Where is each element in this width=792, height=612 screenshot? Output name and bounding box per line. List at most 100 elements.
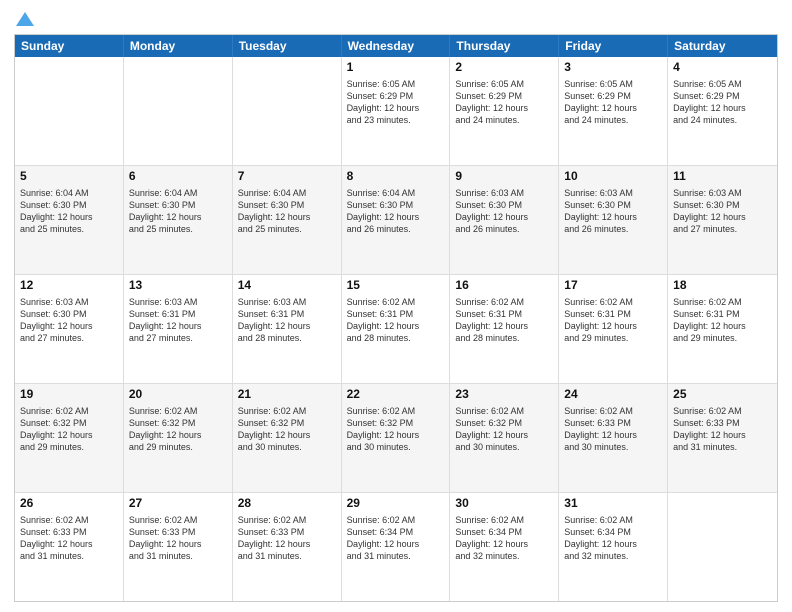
calendar-day-cell: 15Sunrise: 6:02 AM Sunset: 6:31 PM Dayli… [342, 275, 451, 383]
day-number: 26 [20, 496, 118, 512]
calendar-day-cell: 21 Sunrise: 6:02 AM Sunset: 6:32 PM Dayli… [233, 384, 342, 492]
day-info: Sunrise: 6:02 AM Sunset: 6:33 PM Dayligh… [673, 405, 772, 454]
calendar-day-cell: 6 Sunrise: 6:04 AM Sunset: 6:30 PM Daylig… [124, 166, 233, 274]
day-info: Sunrise: 6:03 AM Sunset: 6:31 PM Dayligh… [129, 296, 227, 345]
day-number: 7 [238, 169, 336, 185]
day-number: 16 [455, 278, 553, 294]
day-number: 6 [129, 169, 227, 185]
day-info: Sunrise: 6:02 AM Sunset: 6:32 PM Dayligh… [20, 405, 118, 454]
day-info: Sunrise: 6:03 AM Sunset: 6:31 PM Dayligh… [238, 296, 336, 345]
day-info: Sunrise: 6:02 AM Sunset: 6:31 PM Dayligh… [455, 296, 553, 345]
calendar-day-cell: 17Sunrise: 6:02 AM Sunset: 6:31 PM Dayli… [559, 275, 668, 383]
day-number: 11 [673, 169, 772, 185]
day-info: Sunrise: 6:02 AM Sunset: 6:32 PM Dayligh… [347, 405, 445, 454]
day-number: 5 [20, 169, 118, 185]
day-number: 21 [238, 387, 336, 403]
day-number: 23 [455, 387, 553, 403]
day-info: Sunrise: 6:02 AM Sunset: 6:32 PM Dayligh… [129, 405, 227, 454]
day-number: 31 [564, 496, 662, 512]
day-info: Sunrise: 6:05 AM Sunset: 6:29 PM Dayligh… [455, 78, 553, 127]
calendar-week-row: 1 Sunrise: 6:05 AM Sunset: 6:29 PM Daylig… [15, 57, 777, 166]
day-info: Sunrise: 6:03 AM Sunset: 6:30 PM Dayligh… [20, 296, 118, 345]
calendar-header: SundayMondayTuesdayWednesdayThursdayFrid… [15, 35, 777, 57]
day-info: Sunrise: 6:04 AM Sunset: 6:30 PM Dayligh… [347, 187, 445, 236]
calendar-day-cell: 18 Sunrise: 6:02 AM Sunset: 6:31 PM Dayli… [668, 275, 777, 383]
day-number: 20 [129, 387, 227, 403]
logo-line1 [14, 10, 34, 26]
calendar-day-cell: 20 Sunrise: 6:02 AM Sunset: 6:32 PM Dayli… [124, 384, 233, 492]
weekday-header: Friday [559, 35, 668, 57]
day-number: 18 [673, 278, 772, 294]
calendar-empty-cell [15, 57, 124, 165]
day-number: 30 [455, 496, 553, 512]
calendar-day-cell: 31 Sunrise: 6:02 AM Sunset: 6:34 PM Dayli… [559, 493, 668, 601]
calendar-day-cell: 12 Sunrise: 6:03 AM Sunset: 6:30 PM Dayli… [15, 275, 124, 383]
calendar-day-cell: 19 Sunrise: 6:02 AM Sunset: 6:32 PM Dayli… [15, 384, 124, 492]
calendar-empty-cell [233, 57, 342, 165]
day-number: 4 [673, 60, 772, 76]
calendar-day-cell: 26 Sunrise: 6:02 AM Sunset: 6:33 PM Dayli… [15, 493, 124, 601]
day-number: 8 [347, 169, 445, 185]
day-info: Sunrise: 6:02 AM Sunset: 6:33 PM Dayligh… [564, 405, 662, 454]
day-number: 22 [347, 387, 445, 403]
day-number: 15 [347, 278, 445, 294]
day-number: 12 [20, 278, 118, 294]
day-info: Sunrise: 6:02 AM Sunset: 6:33 PM Dayligh… [238, 514, 336, 563]
day-number: 13 [129, 278, 227, 294]
day-info: Sunrise: 6:03 AM Sunset: 6:30 PM Dayligh… [455, 187, 553, 236]
day-info: Sunrise: 6:04 AM Sunset: 6:30 PM Dayligh… [129, 187, 227, 236]
calendar-day-cell: 5 Sunrise: 6:04 AM Sunset: 6:30 PM Daylig… [15, 166, 124, 274]
calendar-day-cell: 7Sunrise: 6:04 AM Sunset: 6:30 PM Daylig… [233, 166, 342, 274]
weekday-header: Thursday [450, 35, 559, 57]
calendar-day-cell: 25 Sunrise: 6:02 AM Sunset: 6:33 PM Dayli… [668, 384, 777, 492]
calendar-day-cell: 22 Sunrise: 6:02 AM Sunset: 6:32 PM Dayli… [342, 384, 451, 492]
day-info: Sunrise: 6:02 AM Sunset: 6:31 PM Dayligh… [673, 296, 772, 345]
calendar-week-row: 26 Sunrise: 6:02 AM Sunset: 6:33 PM Dayli… [15, 493, 777, 601]
weekday-header: Wednesday [342, 35, 451, 57]
calendar-day-cell: 30Sunrise: 6:02 AM Sunset: 6:34 PM Dayli… [450, 493, 559, 601]
calendar-empty-cell [124, 57, 233, 165]
day-info: Sunrise: 6:03 AM Sunset: 6:30 PM Dayligh… [564, 187, 662, 236]
day-number: 2 [455, 60, 553, 76]
logo-icon [16, 12, 34, 26]
calendar-day-cell: 29 Sunrise: 6:02 AM Sunset: 6:34 PM Dayli… [342, 493, 451, 601]
calendar-day-cell: 14 Sunrise: 6:03 AM Sunset: 6:31 PM Dayli… [233, 275, 342, 383]
header [14, 10, 778, 26]
logo [14, 10, 34, 26]
day-info: Sunrise: 6:02 AM Sunset: 6:31 PM Dayligh… [564, 296, 662, 345]
calendar-week-row: 5 Sunrise: 6:04 AM Sunset: 6:30 PM Daylig… [15, 166, 777, 275]
calendar-week-row: 12 Sunrise: 6:03 AM Sunset: 6:30 PM Dayli… [15, 275, 777, 384]
calendar-day-cell: 23 Sunrise: 6:02 AM Sunset: 6:32 PM Dayli… [450, 384, 559, 492]
day-number: 19 [20, 387, 118, 403]
calendar-day-cell: 8 Sunrise: 6:04 AM Sunset: 6:30 PM Daylig… [342, 166, 451, 274]
calendar-day-cell: 10 Sunrise: 6:03 AM Sunset: 6:30 PM Dayli… [559, 166, 668, 274]
day-info: Sunrise: 6:05 AM Sunset: 6:29 PM Dayligh… [564, 78, 662, 127]
calendar-body: 1 Sunrise: 6:05 AM Sunset: 6:29 PM Daylig… [15, 57, 777, 601]
day-info: Sunrise: 6:05 AM Sunset: 6:29 PM Dayligh… [347, 78, 445, 127]
day-info: Sunrise: 6:04 AM Sunset: 6:30 PM Dayligh… [20, 187, 118, 236]
day-number: 24 [564, 387, 662, 403]
weekday-header: Monday [124, 35, 233, 57]
calendar-day-cell: 16 Sunrise: 6:02 AM Sunset: 6:31 PM Dayli… [450, 275, 559, 383]
day-number: 10 [564, 169, 662, 185]
day-info: Sunrise: 6:02 AM Sunset: 6:32 PM Dayligh… [238, 405, 336, 454]
day-number: 14 [238, 278, 336, 294]
calendar-day-cell: 4Sunrise: 6:05 AM Sunset: 6:29 PM Daylig… [668, 57, 777, 165]
calendar-day-cell: 13 Sunrise: 6:03 AM Sunset: 6:31 PM Dayli… [124, 275, 233, 383]
day-info: Sunrise: 6:02 AM Sunset: 6:33 PM Dayligh… [20, 514, 118, 563]
day-number: 1 [347, 60, 445, 76]
weekday-header: Sunday [15, 35, 124, 57]
calendar-day-cell: 24 Sunrise: 6:02 AM Sunset: 6:33 PM Dayli… [559, 384, 668, 492]
calendar-empty-cell [668, 493, 777, 601]
day-info: Sunrise: 6:02 AM Sunset: 6:34 PM Dayligh… [347, 514, 445, 563]
day-number: 28 [238, 496, 336, 512]
day-number: 25 [673, 387, 772, 403]
day-number: 9 [455, 169, 553, 185]
page: SundayMondayTuesdayWednesdayThursdayFrid… [0, 0, 792, 612]
day-number: 29 [347, 496, 445, 512]
day-info: Sunrise: 6:02 AM Sunset: 6:34 PM Dayligh… [564, 514, 662, 563]
day-number: 27 [129, 496, 227, 512]
calendar-day-cell: 28 Sunrise: 6:02 AM Sunset: 6:33 PM Dayli… [233, 493, 342, 601]
day-info: Sunrise: 6:02 AM Sunset: 6:32 PM Dayligh… [455, 405, 553, 454]
calendar-day-cell: 2 Sunrise: 6:05 AM Sunset: 6:29 PM Daylig… [450, 57, 559, 165]
